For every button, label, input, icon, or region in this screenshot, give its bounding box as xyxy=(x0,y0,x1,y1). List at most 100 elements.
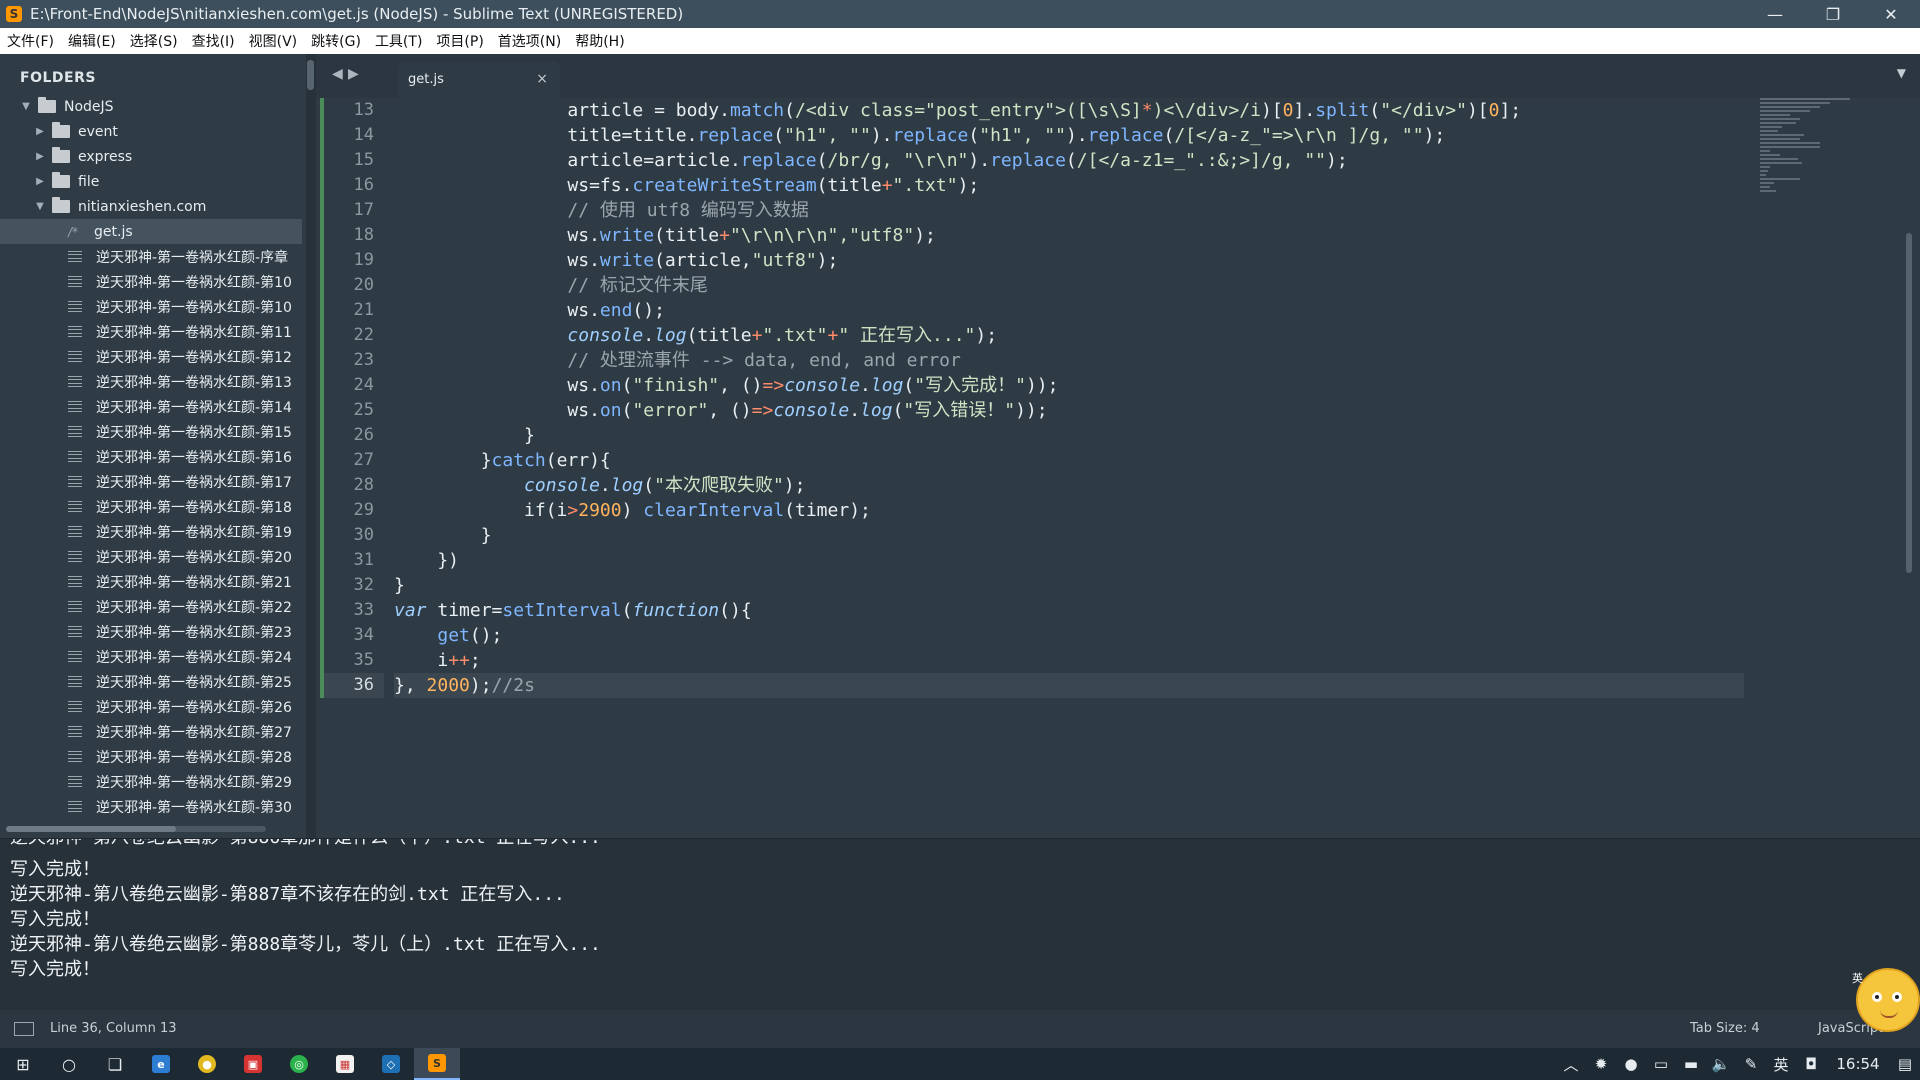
code-line[interactable]: } xyxy=(394,523,1744,548)
minimap[interactable] xyxy=(1760,98,1870,198)
menu-project[interactable]: 项目(P) xyxy=(429,31,490,51)
code-line[interactable]: i++; xyxy=(394,648,1744,673)
code-line[interactable]: // 使用 utf8 编码写入数据 xyxy=(394,198,1744,223)
menu-preferences[interactable]: 首选项(N) xyxy=(491,31,568,51)
panel-toggle-icon[interactable] xyxy=(14,1022,34,1036)
tree-file-item[interactable]: 逆天邪神-第一卷祸水红颜-第14 xyxy=(0,394,302,419)
code-line[interactable]: ws.write(title+"\r\n\r\n","utf8"); xyxy=(394,223,1744,248)
sidebar-scroll-thumb[interactable] xyxy=(6,826,176,832)
search-icon[interactable]: ○ xyxy=(46,1048,92,1080)
code-line[interactable]: var timer=setInterval(function(){ xyxy=(394,598,1744,623)
code-line[interactable]: } xyxy=(394,573,1744,598)
code-line[interactable]: ws.on("error", ()=>console.log("写入错误！"))… xyxy=(394,398,1744,423)
sublime-taskbar-icon[interactable]: S xyxy=(414,1048,460,1080)
sidebar-vertical-scroll-thumb[interactable] xyxy=(307,60,314,90)
code-line[interactable]: }, 2000);//2s xyxy=(394,673,1744,698)
code-line[interactable]: console.log(title+".txt"+" 正在写入..."); xyxy=(394,323,1744,348)
menu-goto[interactable]: 跳转(G) xyxy=(304,31,368,51)
code-line[interactable]: article = body.match(/<div class="post_e… xyxy=(394,98,1744,123)
code-line[interactable]: ws.on("finish", ()=>console.log("写入完成！")… xyxy=(394,373,1744,398)
tree-file-item[interactable]: 逆天邪神-第一卷祸水红颜-第17 xyxy=(0,469,302,494)
taskbar-clock[interactable]: 16:54 xyxy=(1826,1055,1890,1073)
code-editor[interactable]: 13 14 15 16 17 18 19 20 21 22 23 24 25 26 27 28 29 30 31 32… xyxy=(316,98,1920,838)
tree-file-item[interactable]: 逆天邪神-第一卷祸水红颜-第12 xyxy=(0,344,302,369)
tree-file-item[interactable]: 逆天邪神-第一卷祸水红颜-第13 xyxy=(0,369,302,394)
tree-folder-event[interactable]: ▶ event xyxy=(0,119,302,144)
tree-file-item[interactable]: 逆天邪神-第一卷祸水红颜-第25 xyxy=(0,669,302,694)
tree-file-item[interactable]: 逆天邪神-第一卷祸水红颜-第18 xyxy=(0,494,302,519)
tab-close-icon[interactable]: × xyxy=(536,71,548,87)
close-window-button[interactable]: ✕ xyxy=(1862,0,1920,28)
tree-file-item[interactable]: 逆天邪神-第一卷祸水红颜-第19 xyxy=(0,519,302,544)
tree-folder-root[interactable]: ▼ NodeJS xyxy=(0,94,302,119)
menu-help[interactable]: 帮助(H) xyxy=(568,31,631,51)
tab-getjs[interactable]: get.js × xyxy=(398,62,560,98)
tree-file-item[interactable]: 逆天邪神-第一卷祸水红颜-第11 xyxy=(0,319,302,344)
tree-file-item[interactable]: 逆天邪神-第一卷祸水红颜-序章 xyxy=(0,244,302,269)
menu-view[interactable]: 视图(V) xyxy=(242,31,305,51)
tree-folder-file[interactable]: ▶ file xyxy=(0,169,302,194)
app-red-icon[interactable]: ▣ xyxy=(230,1048,276,1080)
menu-edit[interactable]: 编辑(E) xyxy=(61,31,123,51)
notification-center-icon[interactable]: ▤ xyxy=(1890,1055,1920,1073)
code-line[interactable]: }catch(err){ xyxy=(394,448,1744,473)
tree-file-item[interactable]: 逆天邪神-第一卷祸水红颜-第28 xyxy=(0,744,302,769)
chevron-up-icon[interactable]: ︿ xyxy=(1556,1054,1586,1075)
code-line[interactable]: }) xyxy=(394,548,1744,573)
pen-icon[interactable]: ✎ xyxy=(1736,1055,1766,1073)
tree-file-item[interactable]: 逆天邪神-第一卷祸水红颜-第21 xyxy=(0,569,302,594)
ime-language-indicator[interactable]: 英 xyxy=(1766,1054,1796,1075)
network-icon[interactable]: ▭ xyxy=(1646,1055,1676,1073)
ime-mascot-icon[interactable] xyxy=(1856,968,1920,1032)
tree-file-item[interactable]: 逆天邪神-第一卷祸水红颜-第24 xyxy=(0,644,302,669)
menu-find[interactable]: 查找(I) xyxy=(185,31,242,51)
editor-vertical-scrollbar[interactable] xyxy=(1906,233,1912,573)
tree-file-item[interactable]: 逆天邪神-第一卷祸水红颜-第10 xyxy=(0,269,302,294)
tree-file-item[interactable]: 逆天邪神-第一卷祸水红颜-第22 xyxy=(0,594,302,619)
chrome-tray-icon[interactable]: ● xyxy=(1616,1055,1646,1073)
tree-file-item[interactable]: 逆天邪神-第一卷祸水红颜-第27 xyxy=(0,719,302,744)
tree-file-getjs[interactable]: /* get.js xyxy=(0,219,302,244)
volume-icon[interactable]: 🔈 xyxy=(1706,1055,1736,1073)
code-line[interactable]: title=title.replace("h1", "").replace("h… xyxy=(394,123,1744,148)
tree-file-item[interactable]: 逆天邪神-第一卷祸水红颜-第23 xyxy=(0,619,302,644)
menu-selection[interactable]: 选择(S) xyxy=(123,31,185,51)
battery-icon[interactable]: ▬ xyxy=(1676,1055,1706,1073)
app-green-icon[interactable]: ◎ xyxy=(276,1048,322,1080)
code-line[interactable]: } xyxy=(394,423,1744,448)
code-line[interactable]: if(i>2900) clearInterval(timer); xyxy=(394,498,1744,523)
menu-file[interactable]: 文件(F) xyxy=(0,31,61,51)
code-line[interactable]: article=article.replace(/br/g, "\r\n").r… xyxy=(394,148,1744,173)
code-line[interactable]: ws.write(article,"utf8"); xyxy=(394,248,1744,273)
restore-button[interactable]: ❐ xyxy=(1804,0,1862,28)
tab-nav-left-icon[interactable]: ◀ xyxy=(332,66,343,82)
tree-file-item[interactable]: 逆天邪神-第一卷祸水红颜-第30 xyxy=(0,794,302,819)
code-area[interactable]: article = body.match(/<div class="post_e… xyxy=(394,98,1744,698)
tab-size-selector[interactable]: Tab Size: 4 xyxy=(1690,1021,1760,1036)
code-line[interactable]: console.log("本次爬取失败"); xyxy=(394,473,1744,498)
tree-file-item[interactable]: 逆天邪神-第一卷祸水红颜-第10 xyxy=(0,294,302,319)
tree-file-item[interactable]: 逆天邪神-第一卷祸水红颜-第29 xyxy=(0,769,302,794)
code-line[interactable]: ws=fs.createWriteStream(title+".txt"); xyxy=(394,173,1744,198)
menu-tools[interactable]: 工具(T) xyxy=(368,31,429,51)
chrome-browser-icon[interactable]: ● xyxy=(184,1048,230,1080)
sidebar-vertical-scrollbar[interactable] xyxy=(306,54,316,838)
tree-file-item[interactable]: 逆天邪神-第一卷祸水红颜-第16 xyxy=(0,444,302,469)
app-tray-icon[interactable]: ◘ xyxy=(1796,1055,1826,1073)
code-line[interactable]: // 处理流事件 --> data, end, and error xyxy=(394,348,1744,373)
app-white-icon[interactable]: ▦ xyxy=(322,1048,368,1080)
tree-folder-express[interactable]: ▶ express xyxy=(0,144,302,169)
code-line[interactable]: ws.end(); xyxy=(394,298,1744,323)
tab-nav-right-icon[interactable]: ▶ xyxy=(348,66,359,82)
tree-file-item[interactable]: 逆天邪神-第一卷祸水红颜-第15 xyxy=(0,419,302,444)
minimize-button[interactable]: — xyxy=(1746,0,1804,28)
security-tray-icon[interactable]: ✹ xyxy=(1586,1055,1616,1073)
vscode-icon[interactable]: ◇ xyxy=(368,1048,414,1080)
tree-file-item[interactable]: 逆天邪神-第一卷祸水红颜-第26 xyxy=(0,694,302,719)
tree-file-item[interactable]: 逆天邪神-第一卷祸水红颜-第20 xyxy=(0,544,302,569)
build-output-panel[interactable]: 逆天邪神-第八卷绝云幽影-第886章那件是什么（下）.txt 正在写入... 写… xyxy=(0,838,1920,1011)
tree-folder-nitianxieshen[interactable]: ▼ nitianxieshen.com xyxy=(0,194,302,219)
tab-dropdown-icon[interactable]: ▼ xyxy=(1897,66,1906,80)
edge-browser-icon[interactable]: e xyxy=(138,1048,184,1080)
windows-start-icon[interactable]: ⊞ xyxy=(0,1048,46,1080)
